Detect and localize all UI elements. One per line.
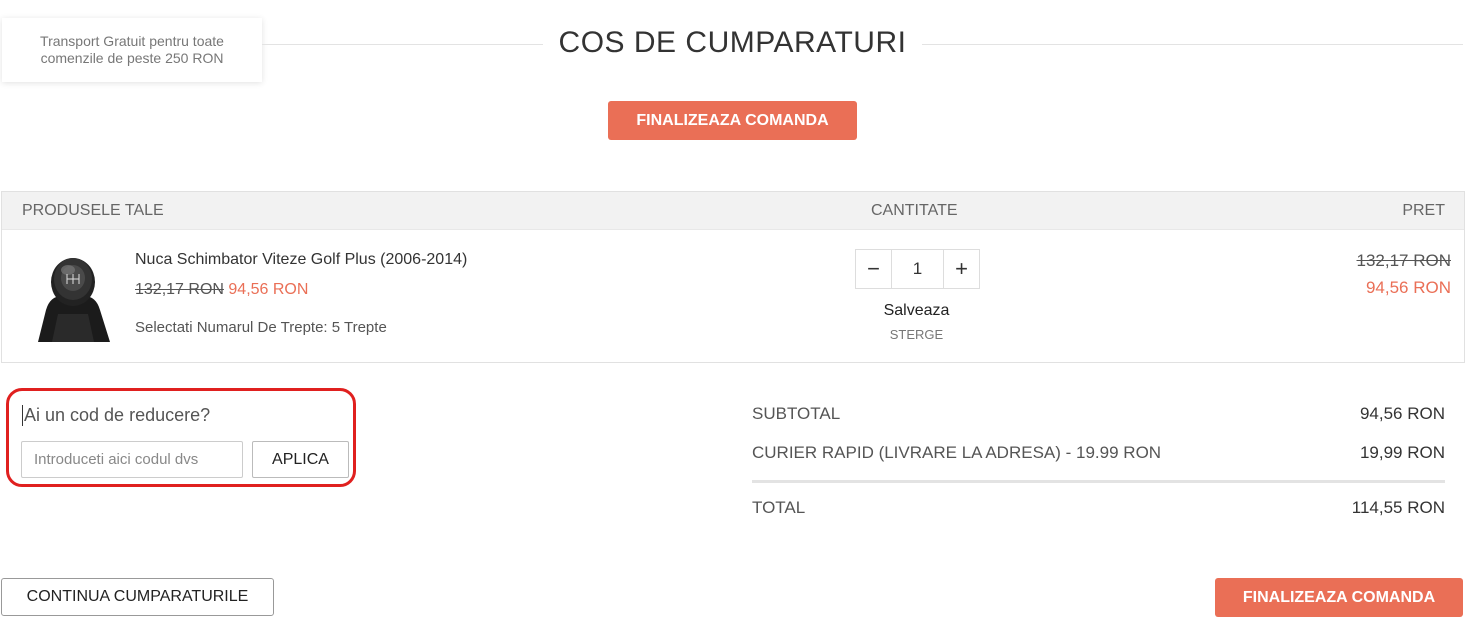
cart-table: PRODUSELE TALE CANTITATE PRET Nuca Schim… xyxy=(1,191,1465,363)
header-quantity: CANTITATE xyxy=(871,202,958,219)
summary-total-row: TOTAL 114,55 RON xyxy=(752,498,1445,518)
product-name[interactable]: Nuca Schimbator Viteze Golf Plus (2006-2… xyxy=(135,251,467,269)
save-link[interactable]: Salveaza xyxy=(855,302,978,320)
checkout-button-top[interactable]: FINALIZEAZA COMANDA xyxy=(608,101,857,140)
summary-divider xyxy=(752,480,1445,483)
shipping-label: CURIER RAPID (LIVRARE LA ADRESA) - 19.99… xyxy=(752,443,1162,462)
shipping-value: 19,99 RON xyxy=(1359,443,1445,462)
subtotal-value: 94,56 RON xyxy=(1359,404,1445,423)
discount-code-input[interactable] xyxy=(21,441,243,478)
increase-quantity-button[interactable]: + xyxy=(944,250,979,288)
header-price: PRET xyxy=(1402,202,1445,219)
page-title: COS DE CUMPARATURI xyxy=(558,26,907,59)
product-prices: 132,17 RON 94,56 RON xyxy=(135,281,308,299)
product-thumbnail[interactable] xyxy=(32,252,114,342)
product-old-price: 132,17 RON xyxy=(135,281,224,298)
continue-shopping-button[interactable]: CONTINUA CUMPARATURILE xyxy=(1,578,274,616)
quantity-stepper: − 1 + xyxy=(855,249,980,289)
checkout-button-bottom[interactable]: FINALIZEAZA COMANDA xyxy=(1215,578,1463,617)
decrease-quantity-button[interactable]: − xyxy=(856,250,891,288)
total-value: 114,55 RON xyxy=(1351,498,1445,517)
summary-shipping-row: CURIER RAPID (LIVRARE LA ADRESA) - 19.99… xyxy=(752,443,1445,463)
cart-table-header: PRODUSELE TALE CANTITATE PRET xyxy=(2,192,1464,230)
row-new-price: 94,56 RON xyxy=(1365,278,1451,297)
header-products: PRODUSELE TALE xyxy=(22,202,164,219)
product-variant: Selectati Numarul De Trepte: 5 Trepte xyxy=(135,319,387,336)
title-divider-right xyxy=(922,44,1463,45)
row-old-price: 132,17 RON xyxy=(1356,251,1452,270)
summary-subtotal-row: SUBTOTAL 94,56 RON xyxy=(752,404,1445,424)
discount-code-section: Ai un cod de reducere? APLICA xyxy=(6,388,356,487)
title-divider-left xyxy=(262,44,543,45)
delete-link[interactable]: STERGE xyxy=(855,327,978,342)
free-shipping-notice: Transport Gratuit pentru toate comenzile… xyxy=(2,18,262,82)
product-new-price: 94,56 RON xyxy=(228,281,309,298)
quantity-value[interactable]: 1 xyxy=(891,250,944,288)
subtotal-label: SUBTOTAL xyxy=(752,404,841,423)
discount-code-label: Ai un cod de reducere? xyxy=(22,405,211,426)
apply-discount-button[interactable]: APLICA xyxy=(252,441,349,478)
total-label: TOTAL xyxy=(752,498,806,517)
free-shipping-text: Transport Gratuit pentru toate comenzile… xyxy=(40,33,224,66)
